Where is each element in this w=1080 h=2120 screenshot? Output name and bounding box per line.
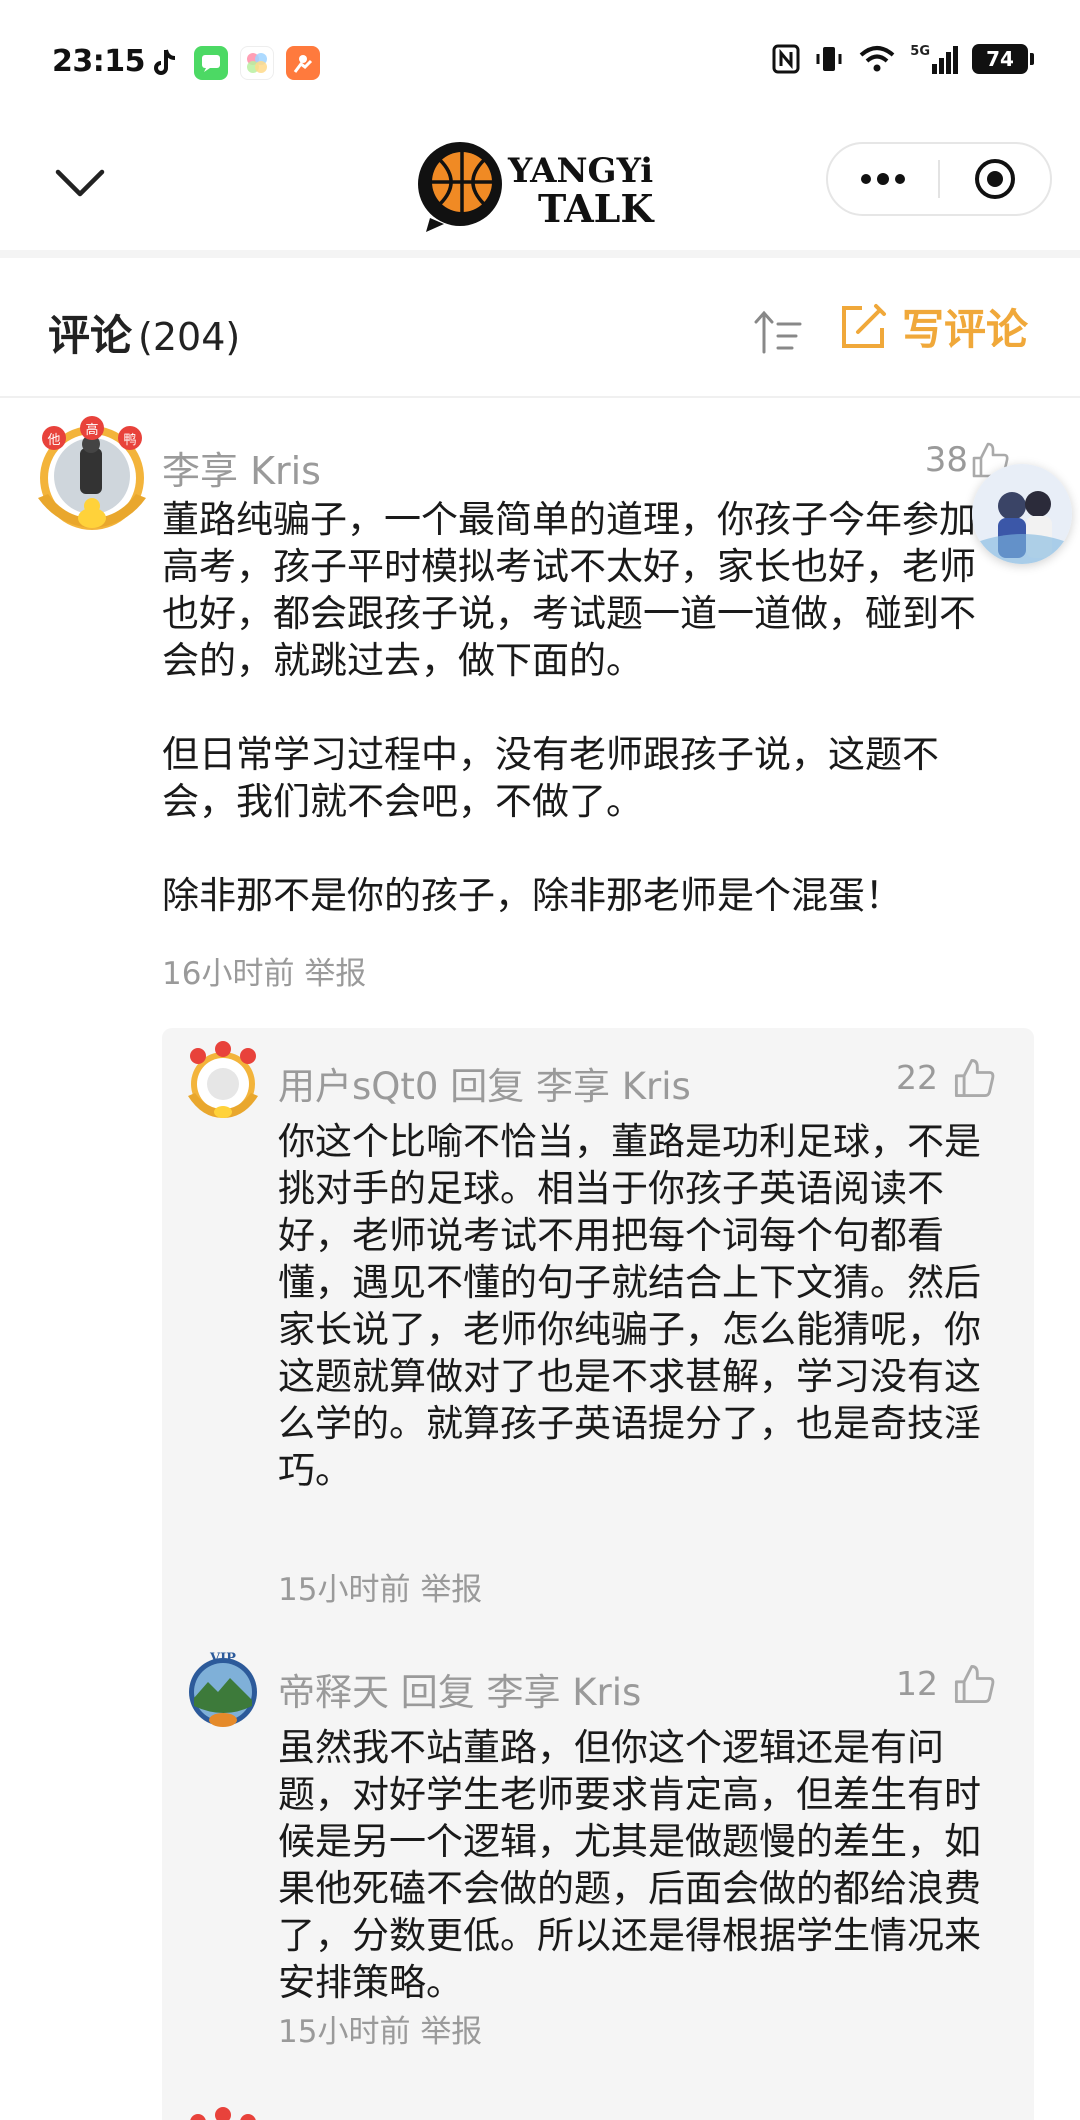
reply-meta: 15小时前 举报 (278, 1564, 482, 1609)
mini-program-capsule (826, 142, 1052, 216)
target-icon (975, 159, 1015, 199)
status-bar: 23:15 5G 74 (0, 0, 1080, 120)
svg-text:他: 他 (47, 433, 60, 448)
wifi-icon (859, 46, 895, 72)
sort-button[interactable] (752, 308, 804, 356)
reply-time: 15小时前 (278, 2014, 411, 2050)
svg-text:鸭: 鸭 (123, 433, 136, 448)
like-button[interactable] (952, 1056, 996, 1100)
reply-body: 你这个比喻不恰当，董路是功利足球，不是挑对手的足球。相当于你孩子英语阅读不好，老… (278, 1120, 981, 1492)
vip-badge: VIP (209, 1651, 236, 1666)
more-dots-icon (861, 173, 905, 185)
like-button[interactable] (952, 1662, 996, 1706)
divider-band (0, 250, 1080, 258)
reply-meta: 15小时前 举报 (278, 2006, 482, 2051)
close-mini-program-button[interactable] (940, 144, 1050, 214)
reply-avatar[interactable] (182, 1040, 264, 1122)
comments-title: 评论 (204) (48, 311, 241, 360)
report-link[interactable]: 举报 (420, 2014, 482, 2050)
replies-container: 用户sQt0 回复 李享 Kris 22 你这个比喻不恰当，董路是功利足球，不是… (162, 1028, 1034, 2120)
report-link[interactable]: 举报 (304, 956, 366, 992)
chevron-down-icon (55, 169, 105, 197)
thumbs-up-icon (954, 1058, 995, 1098)
reply-avatar[interactable]: VIP (182, 1648, 264, 1730)
battery-icon: 74 (972, 44, 1034, 74)
comments-header: 评论 (204) 写评论 (0, 258, 1080, 398)
status-time: 23:15 (52, 44, 146, 79)
more-button[interactable] (828, 144, 938, 214)
photos-icon (240, 46, 274, 80)
signal-icon: 5G (910, 44, 958, 74)
collapse-chevron-button[interactable] (50, 160, 110, 210)
edit-icon (842, 303, 886, 348)
comment-like-count: 38 (924, 440, 968, 480)
reply-target-username[interactable]: 李享 Kris (487, 1671, 642, 1714)
thumbs-up-icon (954, 1664, 995, 1704)
write-comment-button[interactable]: 写评论 (838, 296, 1028, 357)
sort-icon (754, 310, 802, 354)
reply-like-count: 22 (896, 1058, 938, 1097)
messages-icon (194, 46, 228, 80)
vibrate-icon (816, 47, 842, 71)
tiktok-icon (148, 46, 182, 80)
comments-count: (204) (138, 315, 241, 359)
reply-header: 用户sQt0 回复 李享 Kris (278, 1065, 691, 1108)
nav-bar: YANGYi TALK (0, 120, 1080, 250)
comment-time: 16小时前 (162, 956, 295, 992)
report-link[interactable]: 举报 (420, 1572, 482, 1608)
comment-meta: 16小时前 举报 (162, 948, 366, 993)
logo-text-yangyi: YANGYi (507, 151, 653, 191)
nfc-icon (772, 44, 800, 74)
reply-time: 15小时前 (278, 1572, 411, 1608)
reply-body: 虽然我不站董路，但你这个逻辑还是有问题，对好学生老师要求肯定高，但差生有时候是另… (278, 1726, 981, 2004)
yangyi-talk-logo: YANGYi TALK (410, 136, 680, 236)
reply-target-username[interactable]: 李享 Kris (536, 1065, 691, 1108)
comment-body: 董路纯骗子，一个最简单的道理，你孩子今年参加高考，孩子平时模拟考试不太好，家长也… (162, 498, 976, 917)
reply-avatar-partial (182, 2106, 264, 2120)
notification-app-icons (148, 46, 320, 80)
reply-username[interactable]: 帝释天 (278, 1671, 389, 1714)
floating-avatar-widget[interactable] (972, 464, 1072, 564)
svg-text:高: 高 (85, 422, 98, 438)
logo-text-talk: TALK (538, 186, 655, 231)
weibo-icon (286, 46, 320, 80)
reply-like-count: 12 (896, 1664, 938, 1703)
avatar[interactable]: 他 高 鸭 (30, 414, 154, 538)
comment-username[interactable]: 李享 Kris (162, 440, 321, 495)
reply-username[interactable]: 用户sQt0 (278, 1065, 438, 1108)
system-icons: 5G 74 (772, 44, 1034, 74)
reply-header: 帝释天 回复 李享 Kris (278, 1671, 642, 1714)
